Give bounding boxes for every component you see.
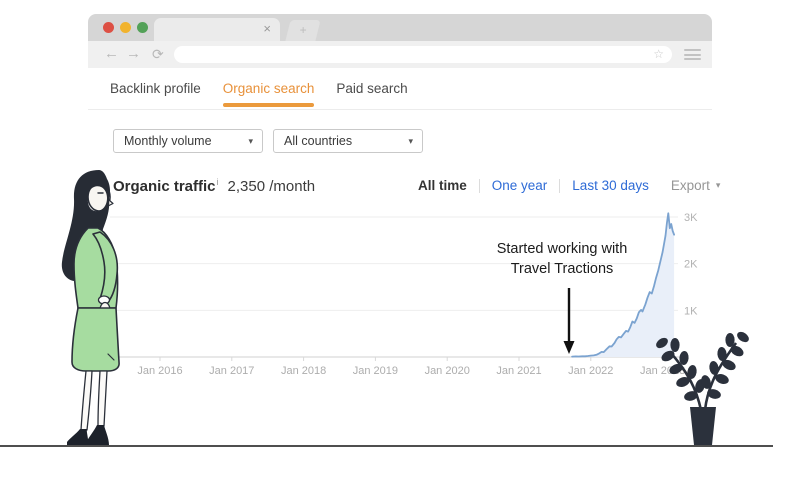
range-one-year[interactable]: One year <box>492 178 548 193</box>
chevron-down-icon: ▾ <box>716 180 721 191</box>
browser-toolbar: ← → ⟳ ☆ <box>88 41 712 68</box>
back-icon[interactable]: ← <box>104 44 119 64</box>
export-button[interactable]: Export ▾ <box>671 178 721 193</box>
traffic-unit: /month <box>269 178 315 195</box>
svg-text:Jan 2021: Jan 2021 <box>496 365 541 377</box>
dropdown-value: All countries <box>284 134 352 148</box>
range-last-30-days[interactable]: Last 30 days <box>572 178 649 193</box>
plant-illustration <box>648 312 758 446</box>
new-tab-button[interactable]: + <box>285 20 320 41</box>
minimize-window-icon[interactable] <box>120 22 131 33</box>
tab-backlink-profile[interactable]: Backlink profile <box>110 68 201 109</box>
annotation-arrow-icon <box>562 288 576 356</box>
tab-label: Organic search <box>223 81 315 96</box>
url-bar[interactable]: ☆ <box>174 46 672 63</box>
tab-label: Backlink profile <box>110 81 201 96</box>
chart-canvas: 3K2K1KJan 2016Jan 2017Jan 2018Jan 2019Ja… <box>100 205 720 385</box>
ground-line <box>0 445 773 447</box>
browser-window: × + ← → ⟳ ☆ Backlink profile Organic sea… <box>88 14 712 110</box>
window-controls <box>103 22 148 33</box>
annotation-line2: Travel Tractions <box>452 260 672 280</box>
screenshot-root: × + ← → ⟳ ☆ Backlink profile Organic sea… <box>0 0 800 480</box>
svg-text:Jan 2019: Jan 2019 <box>353 365 398 377</box>
plus-icon: + <box>288 20 318 40</box>
browser-tab[interactable]: × <box>154 18 280 41</box>
close-window-icon[interactable] <box>103 22 114 33</box>
tab-organic-search[interactable]: Organic search <box>223 68 315 109</box>
separator <box>559 179 560 193</box>
chevron-down-icon: ▾ <box>408 130 413 152</box>
range-all-time[interactable]: All time <box>418 178 467 193</box>
svg-text:Jan 2020: Jan 2020 <box>425 365 470 377</box>
annotation-line1: Started working with <box>452 240 672 260</box>
zoom-window-icon[interactable] <box>137 22 148 33</box>
menu-icon[interactable] <box>684 49 701 60</box>
svg-text:Jan 2017: Jan 2017 <box>209 365 254 377</box>
report-tabs: Backlink profile Organic search Paid sea… <box>88 68 712 110</box>
bookmark-star-icon[interactable]: ☆ <box>653 47 664 62</box>
refresh-icon[interactable]: ⟳ <box>152 44 164 64</box>
woman-illustration <box>36 166 136 447</box>
chart-annotation: Started working with Travel Tractions <box>452 240 672 279</box>
traffic-value: 2,350 <box>228 178 266 195</box>
tab-paid-search[interactable]: Paid search <box>336 68 407 109</box>
separator <box>479 179 480 193</box>
browser-tabstrip: × + <box>88 14 712 41</box>
traffic-chart: 3K2K1KJan 2016Jan 2017Jan 2018Jan 2019Ja… <box>100 205 720 385</box>
close-tab-icon[interactable]: × <box>263 21 271 37</box>
date-range-filters: All time One year Last 30 days Export ▾ <box>418 178 720 193</box>
svg-text:Jan 2022: Jan 2022 <box>568 365 613 377</box>
info-icon: i <box>217 177 219 187</box>
monthly-volume-dropdown[interactable]: Monthly volume ▾ <box>113 129 263 153</box>
organic-traffic-header: Organic traffici2,350 /month <box>113 177 315 195</box>
dropdown-value: Monthly volume <box>124 134 212 148</box>
export-label: Export <box>671 178 710 193</box>
svg-text:2K: 2K <box>684 259 698 271</box>
tab-label: Paid search <box>336 81 407 96</box>
chevron-down-icon: ▾ <box>248 130 253 152</box>
country-dropdown[interactable]: All countries ▾ <box>273 129 423 153</box>
forward-icon[interactable]: → <box>126 44 141 64</box>
svg-text:3K: 3K <box>684 212 698 224</box>
filter-row: Monthly volume ▾ All countries ▾ <box>113 129 423 153</box>
svg-text:Jan 2016: Jan 2016 <box>137 365 182 377</box>
svg-text:Jan 2018: Jan 2018 <box>281 365 326 377</box>
